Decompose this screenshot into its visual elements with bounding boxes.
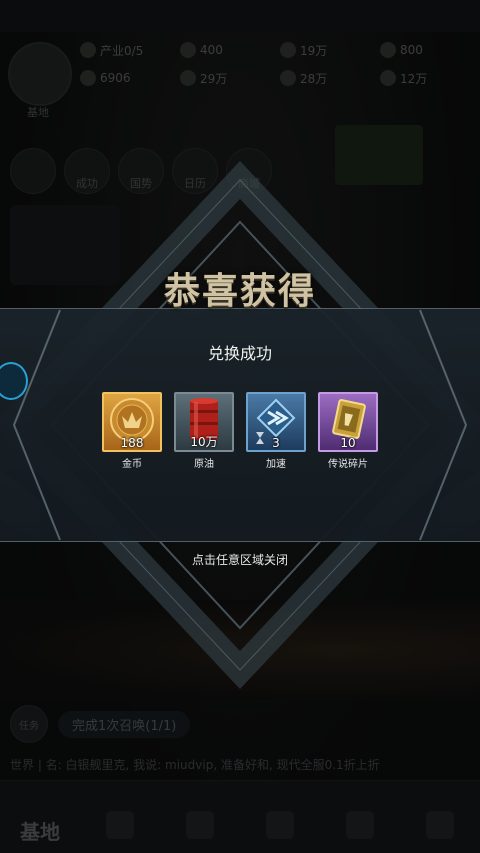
reward-item-frame: 10: [318, 392, 378, 452]
reward-item[interactable]: 3 加速: [246, 392, 306, 470]
reward-item-frame: 10万: [174, 392, 234, 452]
reward-item-count: 10万: [190, 435, 218, 449]
reward-item[interactable]: 188 金币: [102, 392, 162, 470]
popup-title: 恭喜获得: [163, 271, 316, 312]
reward-item[interactable]: 10 传说碎片: [318, 392, 378, 470]
reward-item-name: 原油: [194, 459, 214, 470]
reward-item-name: 加速: [266, 459, 286, 470]
reward-item-name: 传说碎片: [328, 459, 368, 470]
reward-item-count: 3: [272, 436, 280, 450]
reward-items: 188 金币 10万 原油 3 加速 10 传说碎片: [102, 392, 378, 470]
reward-item-count: 10: [340, 436, 356, 450]
reward-item-frame: 3: [246, 392, 306, 452]
reward-item[interactable]: 10万 原油: [174, 392, 234, 470]
reward-item-count: 188: [120, 436, 144, 450]
popup-subtitle: 兑换成功: [207, 344, 272, 363]
reward-item-frame: 188: [102, 392, 162, 452]
reward-item-name: 金币: [122, 459, 142, 470]
close-hint[interactable]: 点击任意区域关闭: [0, 551, 480, 568]
